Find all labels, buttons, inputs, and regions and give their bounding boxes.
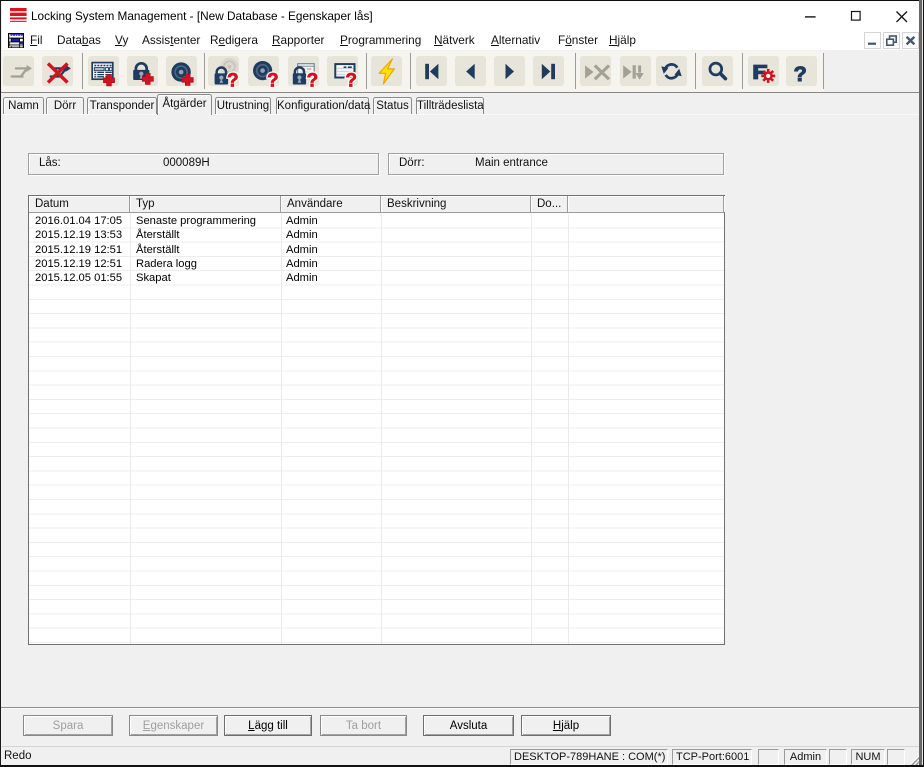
svg-text:?: ? [227,71,239,92]
svg-text:?: ? [345,71,357,92]
svg-text:?: ? [794,62,807,86]
svg-text:?: ? [267,71,279,92]
svg-text:?: ? [307,71,319,92]
